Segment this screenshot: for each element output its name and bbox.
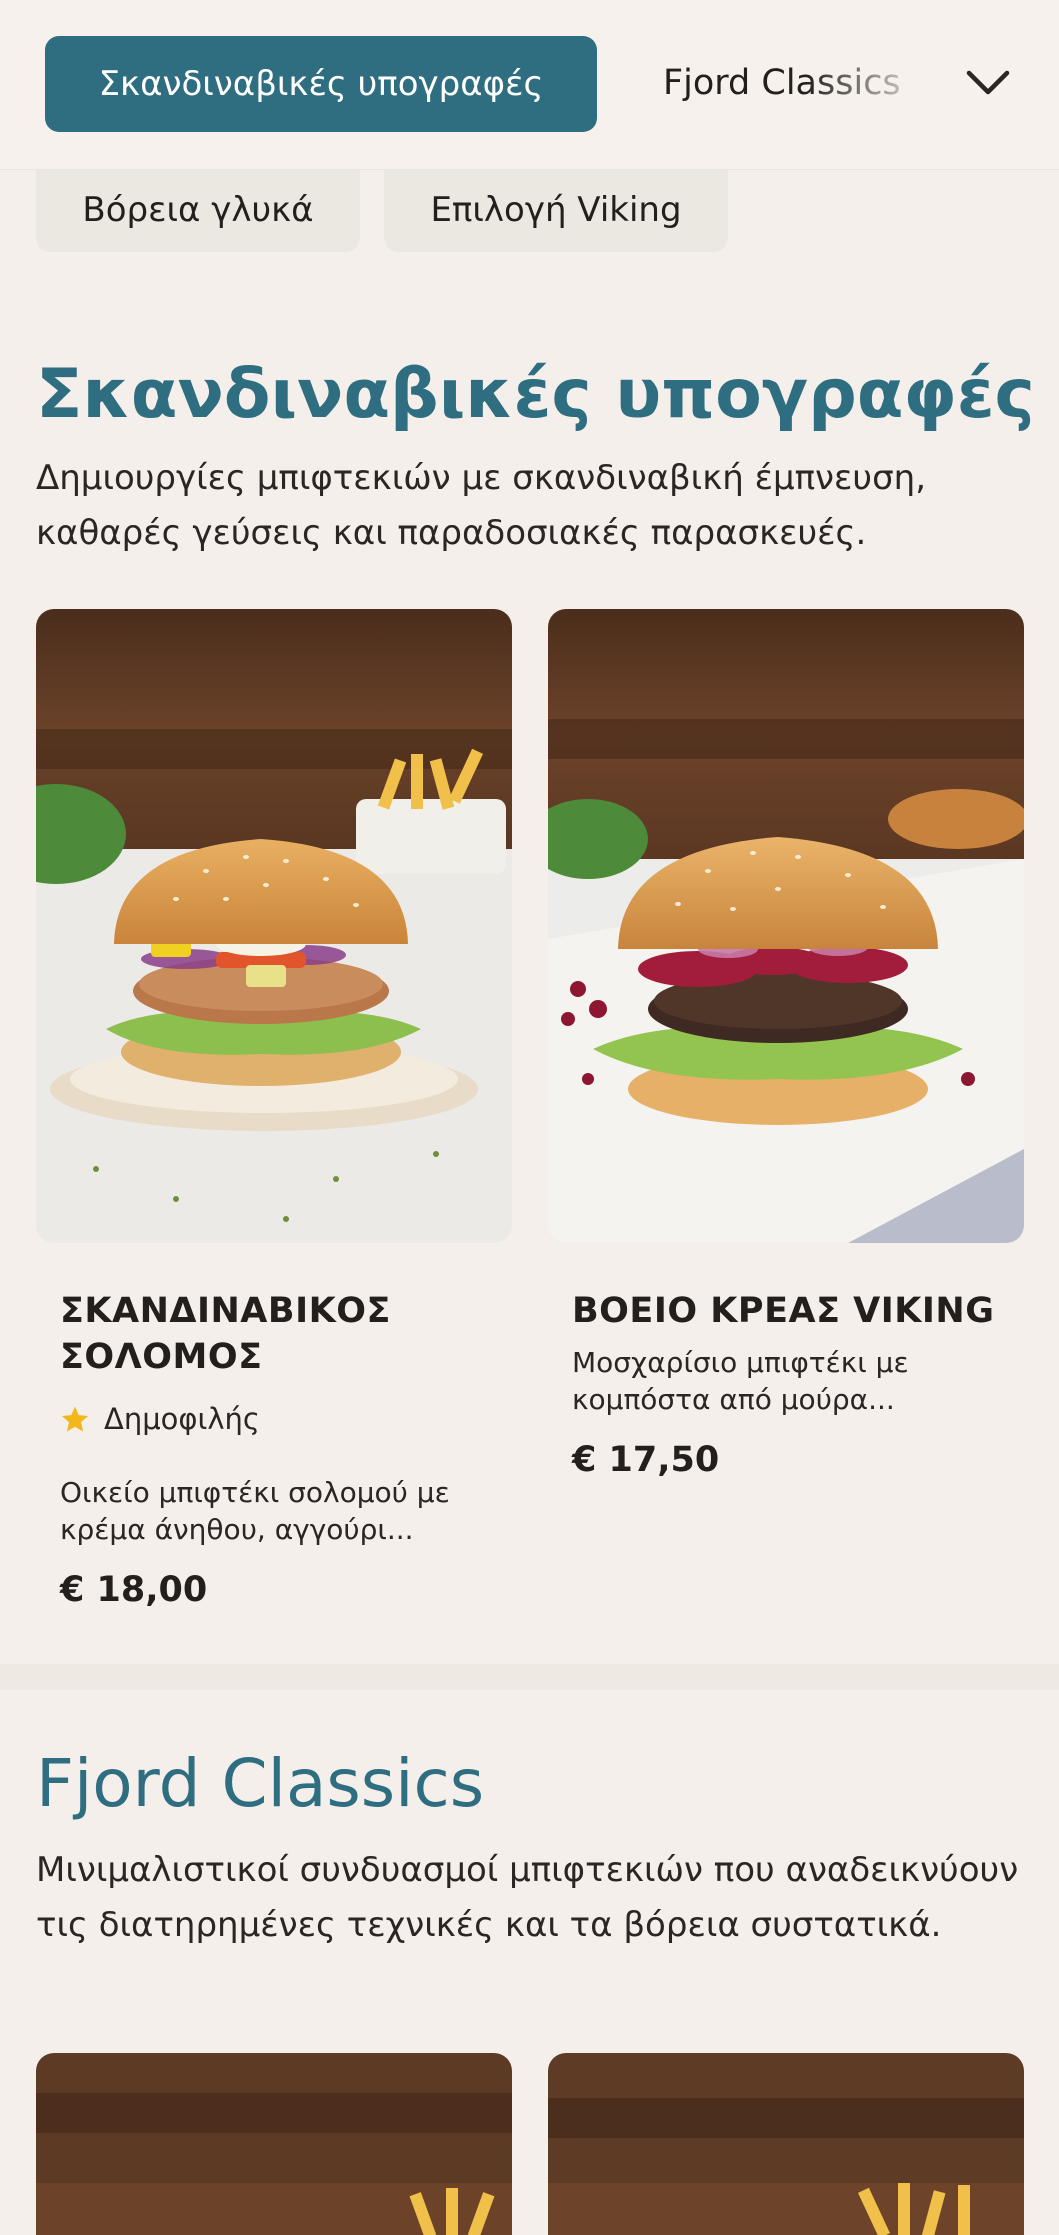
category-nav: Σκανδιναβικές υπογραφές Fjord Classics [0, 0, 1059, 170]
menu-page: Σκανδιναβικές υπογραφές Fjord Classics Β… [0, 0, 1059, 2235]
product-price: € 18,00 [60, 1570, 208, 1610]
category-tab-active[interactable]: Σκανδιναβικές υπογραφές [45, 36, 597, 132]
product-image[interactable] [36, 2053, 512, 2235]
product-description: Μοσχαρίσιο μπιφτέκι με κομπόστα από μούρ… [572, 1346, 909, 1416]
category-dropdown-button[interactable] [958, 58, 1018, 108]
product-image-viking-burger[interactable] [548, 609, 1024, 1243]
section-title: Fjord Classics [36, 1745, 485, 1822]
product-price: € 17,50 [572, 1440, 720, 1480]
chevron-down-icon [966, 70, 1010, 95]
category-tab-next[interactable]: Fjord Classics [663, 58, 901, 108]
product-name[interactable]: ΒΟΕΙΟ ΚΡΕΑΣ VIKING [572, 1288, 1012, 1334]
section-divider [0, 1664, 1059, 1690]
category-pill-sweets[interactable]: Βόρεια γλυκά [36, 168, 360, 252]
section-description: Μινιμαλιστικοί συνδυασμοί μπιφτεκιών που… [36, 1850, 1019, 1945]
badge-label: Δημοφιλής [104, 1402, 260, 1436]
product-description: Οικείο μπιφτέκι σολομού με κρέμα άνηθου,… [60, 1476, 450, 1546]
section-title: Σκανδιναβικές υπογραφές [36, 355, 1035, 434]
product-image-salmon-burger[interactable] [36, 609, 512, 1243]
product-name[interactable]: ΣΚΑΝΔΙΝΑΒΙΚΟΣ ΣΟΛΟΜΟΣ [60, 1288, 480, 1380]
category-pill-viking[interactable]: Επιλογή Viking [384, 168, 728, 252]
popular-badge: Δημοφιλής [60, 1402, 260, 1436]
star-icon [61, 1406, 89, 1432]
product-image[interactable] [548, 2053, 1024, 2235]
section-description: Δημιουργίες μπιφτεκιών με σκανδιναβική έ… [36, 458, 927, 553]
